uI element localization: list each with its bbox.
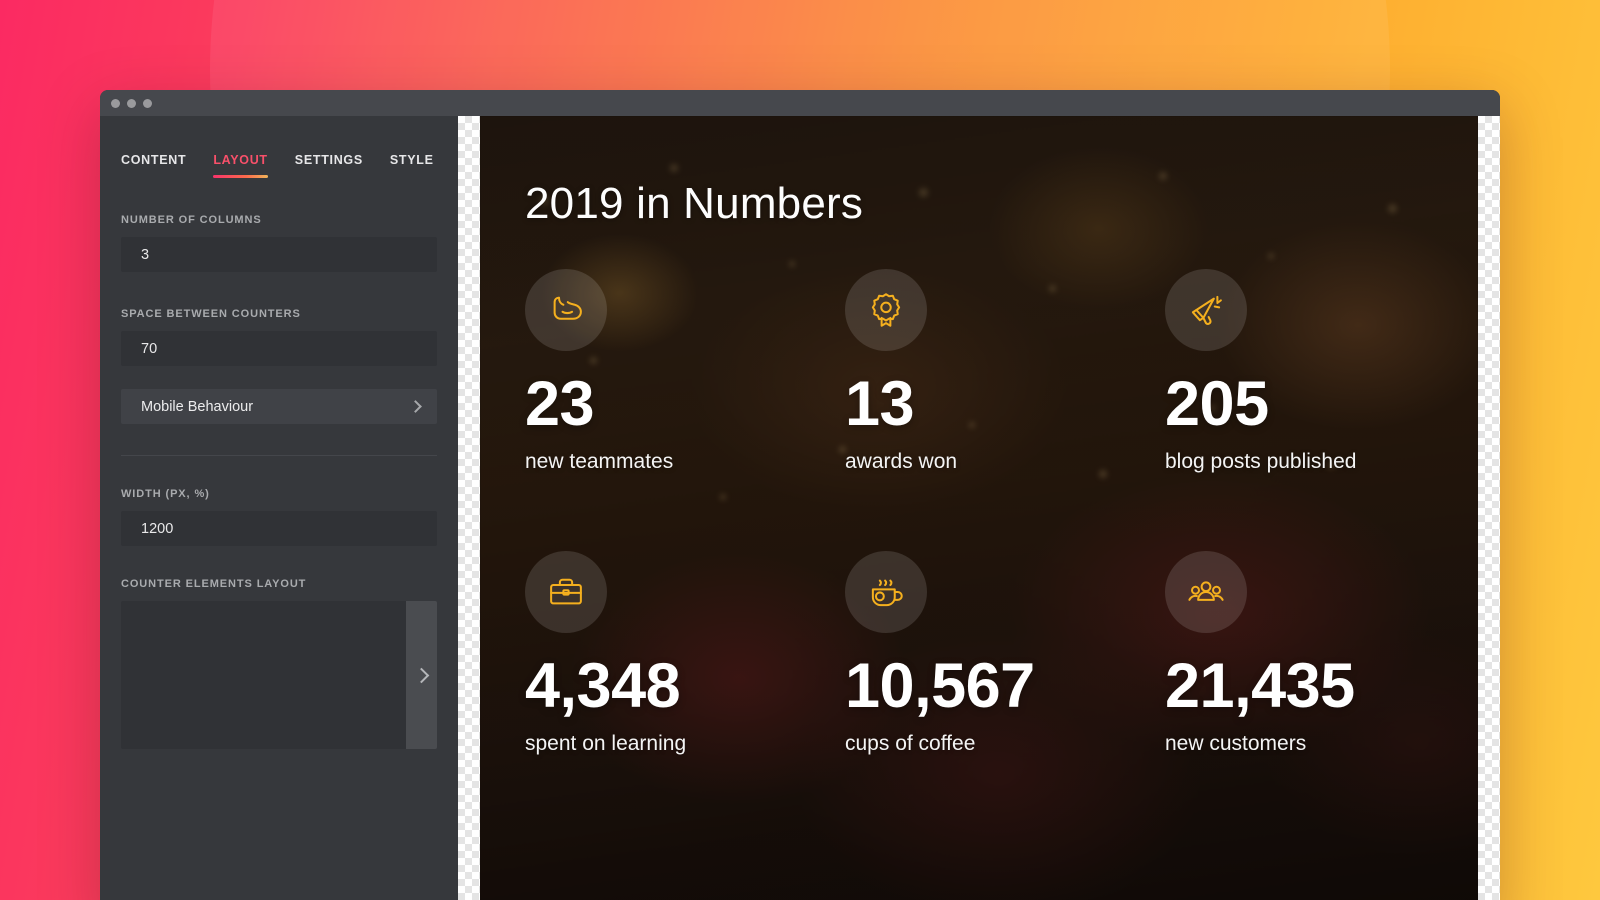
- counter-grid: 23 new teammates 13 awards won 205 blog …: [525, 269, 1478, 756]
- layout-preview-next-button[interactable]: [406, 601, 437, 749]
- counter-item[interactable]: 21,435 new customers: [1165, 551, 1478, 756]
- tab-style[interactable]: STYLE: [390, 153, 434, 178]
- muscle-arm-icon: [525, 269, 607, 351]
- mobile-behaviour-label: Mobile Behaviour: [141, 398, 254, 415]
- tab-layout[interactable]: LAYOUT: [213, 153, 269, 178]
- counter-item[interactable]: 23 new teammates: [525, 269, 845, 474]
- counter-number: 21,435: [1165, 651, 1355, 721]
- preview-title: 2019 in Numbers: [525, 179, 864, 228]
- counter-label: new customers: [1165, 732, 1307, 755]
- counter-item[interactable]: 205 blog posts published: [1165, 269, 1478, 474]
- chevron-right-icon: [409, 400, 422, 413]
- briefcase-icon: [525, 551, 607, 633]
- counter-number: 205: [1165, 369, 1269, 439]
- number-of-columns-label: NUMBER OF COLUMNS: [121, 214, 262, 226]
- coffee-cup-icon: [845, 551, 927, 633]
- width-input[interactable]: 1200: [121, 511, 437, 546]
- transparency-gutter-left: [458, 116, 480, 900]
- counter-item[interactable]: 10,567 cups of coffee: [845, 551, 1165, 756]
- counter-item[interactable]: 4,348 spent on learning: [525, 551, 845, 756]
- megaphone-icon: [1165, 269, 1247, 351]
- close-icon[interactable]: [111, 98, 120, 108]
- counter-elements-layout-label: COUNTER ELEMENTS LAYOUT: [121, 578, 307, 590]
- counter-elements-layout-picker[interactable]: [121, 601, 437, 749]
- window-body: CONTENT LAYOUT SETTINGS STYLE NUMBER OF …: [100, 116, 1500, 900]
- number-of-columns-input[interactable]: 3: [121, 237, 437, 272]
- window-titlebar: [100, 90, 1500, 116]
- app-window: CONTENT LAYOUT SETTINGS STYLE NUMBER OF …: [100, 90, 1500, 900]
- width-label: WIDTH (PX, %): [121, 488, 210, 500]
- layout-panel: NUMBER OF COLUMNS 3 SPACE BETWEEN COUNTE…: [100, 214, 458, 749]
- tab-settings[interactable]: SETTINGS: [295, 153, 363, 178]
- layout-preview-canvas: [121, 601, 406, 749]
- section-divider: [121, 455, 437, 456]
- counter-item[interactable]: 13 awards won: [845, 269, 1165, 474]
- counter-label: blog posts published: [1165, 450, 1357, 473]
- award-ribbon-icon: [845, 269, 927, 351]
- group-people-icon: [1165, 551, 1247, 633]
- chevron-right-icon: [413, 667, 430, 683]
- transparency-gutter-right: [1478, 116, 1500, 900]
- tab-content[interactable]: CONTENT: [121, 153, 186, 178]
- space-between-counters-input[interactable]: 70: [121, 331, 437, 366]
- counter-label: new teammates: [525, 450, 674, 473]
- counter-number: 13: [845, 369, 915, 439]
- minimize-icon[interactable]: [127, 98, 136, 108]
- counter-number: 4,348: [525, 651, 681, 721]
- settings-sidebar: CONTENT LAYOUT SETTINGS STYLE NUMBER OF …: [100, 116, 458, 900]
- counter-number: 10,567: [845, 651, 1035, 721]
- space-between-counters-label: SPACE BETWEEN COUNTERS: [121, 308, 301, 320]
- preview-canvas: 2019 in Numbers 23 new teammates 13 awar…: [480, 116, 1478, 900]
- desktop-backdrop: CONTENT LAYOUT SETTINGS STYLE NUMBER OF …: [0, 0, 1600, 900]
- counter-number: 23: [525, 369, 595, 439]
- maximize-icon[interactable]: [143, 98, 152, 108]
- tab-bar: CONTENT LAYOUT SETTINGS STYLE: [100, 116, 458, 178]
- preview-content: 2019 in Numbers 23 new teammates 13 awar…: [480, 116, 1478, 900]
- mobile-behaviour-row[interactable]: Mobile Behaviour: [121, 389, 437, 424]
- counter-label: spent on learning: [525, 732, 687, 755]
- counter-label: cups of coffee: [845, 732, 976, 755]
- counter-label: awards won: [845, 450, 958, 473]
